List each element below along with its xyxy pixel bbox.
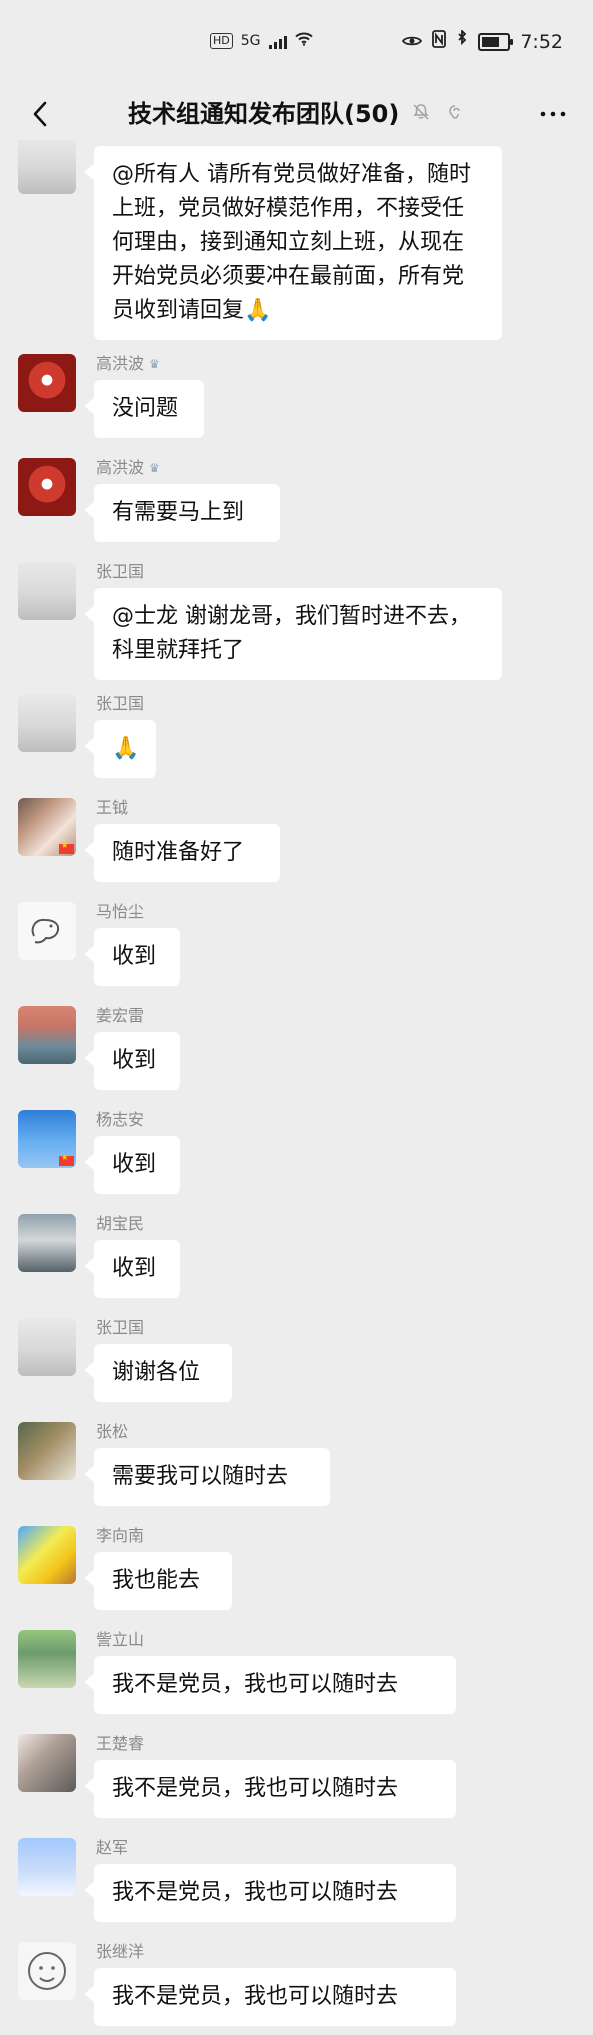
avatar: [18, 140, 76, 194]
message-list: @所有人 请所有党员做好准备，随时上班，党员做好模范作用，不接受任何理由，接到通…: [0, 140, 593, 2035]
sender-name: 王钺: [96, 798, 129, 817]
sender-name: 张卫国: [96, 694, 145, 713]
more-button[interactable]: [531, 92, 575, 136]
message-bubble: 我不是党员，我也可以随时去: [84, 1760, 456, 1818]
avatar: [18, 458, 76, 516]
message-bubble: @所有人 请所有党员做好准备，随时上班，党员做好模范作用，不接受任何理由，接到通…: [84, 146, 502, 340]
back-button[interactable]: [18, 92, 62, 136]
sender-name: 马怡尘: [96, 902, 145, 921]
sender-name: 胡宝民: [96, 1214, 145, 1233]
sender-name: 李向南: [96, 1526, 145, 1545]
chat-title-wrap: 技术组通知发布团队(50): [128, 94, 467, 129]
more-icon: [540, 111, 566, 117]
sender-name: 王楚睿: [96, 1734, 145, 1753]
sender-name: 高洪波 ♛: [96, 458, 160, 477]
message-bubble: 收到: [84, 1032, 180, 1090]
sender-name: 张卫国: [96, 562, 145, 581]
sender-name: 张松: [96, 1422, 129, 1441]
sender-name: 姜宏雷: [96, 1006, 145, 1025]
eye-icon: [402, 31, 423, 53]
message-bubble: 有需要马上到: [84, 484, 280, 542]
crown-icon: ♛: [149, 357, 160, 371]
bluetooth-icon: [456, 28, 468, 53]
message-bubble: 🙏: [84, 720, 156, 778]
avatar: [18, 354, 76, 412]
status-network: HD 5G: [210, 32, 313, 50]
avatar: [18, 1006, 76, 1064]
message-bubble: 没问题: [84, 380, 204, 438]
message-bubble: 我不是党员，我也可以随时去: [84, 1864, 456, 1922]
avatar: [18, 694, 76, 752]
message-bubble: 我也能去: [84, 1552, 232, 1610]
message-bubble: 收到: [84, 928, 180, 986]
message-bubble: 我不是党员，我也可以随时去: [84, 1968, 456, 2026]
avatar: [18, 1942, 76, 2000]
message-bubble: @士龙 谢谢龙哥，我们暂时进不去，科里就拜托了: [84, 588, 502, 680]
avatar: [18, 1110, 76, 1168]
sender-name: 张继洋: [96, 1942, 145, 1961]
hd-badge: HD: [210, 33, 233, 49]
nfc-icon: [432, 30, 447, 53]
message-bubble: 收到: [84, 1136, 180, 1194]
flag-icon: [59, 1153, 74, 1166]
avatar: [18, 1630, 76, 1688]
avatar: [18, 1526, 76, 1584]
avatar: [18, 1214, 76, 1272]
message-bubble: 随时准备好了: [84, 824, 280, 882]
message-bubble: 收到: [84, 1240, 180, 1298]
ear-icon: [443, 100, 467, 124]
chat-header: 技术组通知发布团队(50): [0, 88, 593, 140]
signal-icon: [268, 33, 287, 49]
sender-name: 訾立山: [96, 1630, 145, 1649]
avatar: [18, 1318, 76, 1376]
sender-name: 杨志安: [96, 1110, 145, 1129]
avatar: [18, 1838, 76, 1896]
sender-name: 赵军: [96, 1838, 129, 1857]
avatar: [18, 1422, 76, 1480]
status-right: 7:52: [402, 28, 563, 53]
message-bubble: 我不是党员，我也可以随时去: [84, 1656, 456, 1714]
sender-name: 高洪波 ♛: [96, 354, 160, 373]
status-bar: HD 5G 7:52: [0, 0, 593, 88]
time-label: 7:52: [520, 30, 563, 53]
sender-name: 张卫国: [96, 1318, 145, 1337]
bell-muted-icon: [409, 100, 433, 124]
message-bubble: 需要我可以随时去: [84, 1448, 330, 1506]
battery-level: [482, 36, 500, 47]
message-bubble: 谢谢各位: [84, 1344, 232, 1402]
crown-icon: ♛: [149, 461, 160, 475]
avatar: [18, 562, 76, 620]
wifi-icon: [294, 32, 313, 50]
avatar: [18, 798, 76, 856]
avatar: [18, 1734, 76, 1792]
avatar: [18, 902, 76, 960]
network-label: 5G: [240, 33, 261, 49]
back-icon: [33, 101, 47, 127]
battery-icon: [478, 32, 514, 51]
chat-title: 技术组通知发布团队(50): [128, 100, 400, 128]
flag-icon: [59, 841, 74, 854]
